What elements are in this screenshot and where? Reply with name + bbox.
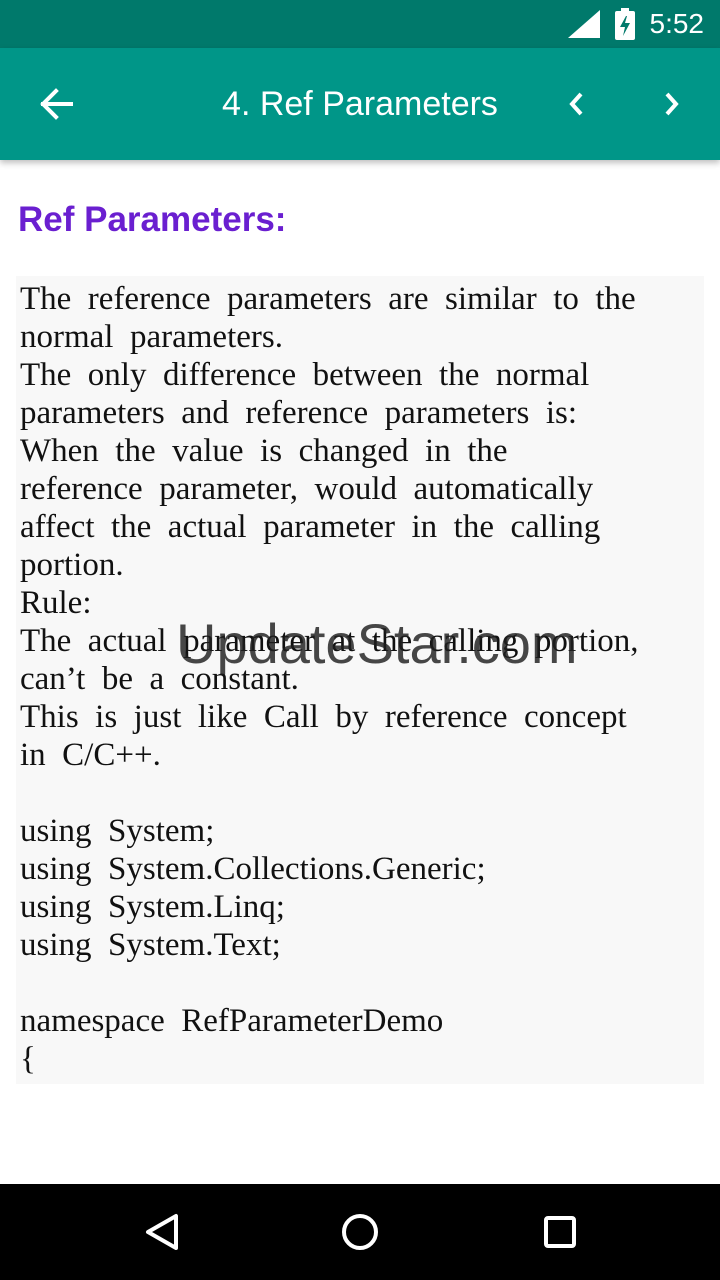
- next-topic-button[interactable]: [644, 76, 700, 132]
- code-line: {: [20, 1041, 36, 1077]
- code-line: namespace RefParameterDemo: [20, 1003, 444, 1039]
- body-line: reference parameter, would automatically: [20, 471, 594, 507]
- chevron-right-icon: [665, 92, 679, 116]
- signal-icon: [568, 10, 600, 38]
- body-line: The actual parameter at the calling port…: [20, 623, 639, 659]
- nav-recents-button[interactable]: [528, 1200, 592, 1264]
- body-line: The only difference between the normal: [20, 357, 590, 393]
- body-line: normal parameters.: [20, 319, 283, 355]
- body-line: When the value is changed in the: [20, 433, 508, 469]
- body-line: The reference parameters are similar to …: [20, 281, 636, 317]
- status-bar: 5:52: [0, 0, 720, 48]
- nav-back-icon: [146, 1214, 178, 1250]
- code-line: using System.Collections.Generic;: [20, 851, 486, 887]
- body-line: affect the actual parameter in the calli…: [20, 509, 601, 545]
- nav-home-button[interactable]: [328, 1200, 392, 1264]
- navigation-bar: [0, 1184, 720, 1280]
- body-line: in C/C++.: [20, 737, 161, 773]
- app-bar-title: 4. Ref Parameters: [222, 85, 498, 123]
- previous-topic-button[interactable]: [548, 76, 604, 132]
- body-line: This is just like Call by reference conc…: [20, 699, 627, 735]
- nav-recents-icon: [544, 1216, 576, 1248]
- body-line: Rule:: [20, 585, 92, 621]
- arrow-left-icon: [40, 88, 73, 120]
- chevron-left-icon: [569, 92, 583, 116]
- section-heading: Ref Parameters:: [18, 200, 287, 239]
- code-line: using System.Linq;: [20, 889, 285, 925]
- status-time: 5:52: [649, 8, 705, 39]
- back-button[interactable]: [24, 72, 88, 136]
- battery-charging-icon: [615, 8, 635, 40]
- content-scroll-area[interactable]: Ref Parameters: The reference parameters…: [0, 160, 720, 1184]
- body-line: portion.: [20, 547, 124, 583]
- code-line: using System.Text;: [20, 927, 281, 963]
- body-line: can’t be a constant.: [20, 661, 299, 697]
- body-line: parameters and reference parameters is:: [20, 395, 578, 431]
- nav-home-icon: [342, 1214, 378, 1250]
- app-bar: 4. Ref Parameters: [0, 48, 720, 160]
- nav-back-button[interactable]: [130, 1200, 194, 1264]
- code-line: using System;: [20, 813, 215, 849]
- body-text-box: The reference parameters are similar to …: [16, 276, 704, 1084]
